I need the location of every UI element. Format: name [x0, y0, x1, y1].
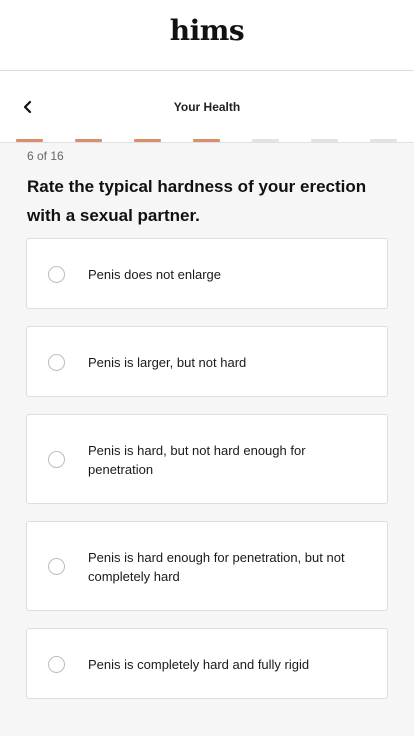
radio-button[interactable] — [48, 451, 65, 468]
option-label: Penis does not enlarge — [88, 267, 221, 282]
progress-segment — [193, 139, 220, 142]
option-label: Penis is hard enough for penetration, bu… — [88, 550, 345, 584]
hims-logo[interactable]: hims — [0, 14, 414, 47]
option-label: Penis is larger, but not hard — [88, 355, 247, 370]
radio-button[interactable] — [48, 558, 65, 575]
radio-button[interactable] — [48, 354, 65, 371]
radio-button[interactable] — [48, 656, 65, 673]
page-title: Your Health — [173, 100, 241, 114]
nav-bar: Your Health — [0, 71, 414, 143]
progress-segment — [134, 139, 161, 142]
progress-segment — [252, 139, 279, 142]
option-label: Penis is hard, but not hard enough for p… — [88, 443, 306, 477]
question-text: Rate the typical hardness of your erecti… — [27, 177, 367, 225]
step-counter: 6 of 16 — [27, 149, 64, 163]
answer-option[interactable]: Penis is larger, but not hard — [26, 326, 388, 397]
progress-segment — [370, 139, 397, 142]
answer-option[interactable]: Penis is completely hard and fully rigid — [26, 628, 388, 699]
radio-button[interactable] — [48, 266, 65, 283]
progress-segment — [311, 139, 338, 142]
answer-option[interactable]: Penis does not enlarge — [26, 238, 388, 309]
app-header: hims — [0, 0, 414, 71]
answer-option[interactable]: Penis is hard, but not hard enough for p… — [26, 414, 388, 504]
progress-bar — [0, 139, 414, 142]
progress-segment — [16, 139, 43, 142]
option-label: Penis is completely hard and fully rigid — [88, 657, 310, 672]
answer-option[interactable]: Penis is hard enough for penetration, bu… — [26, 521, 388, 611]
progress-segment — [75, 139, 102, 142]
